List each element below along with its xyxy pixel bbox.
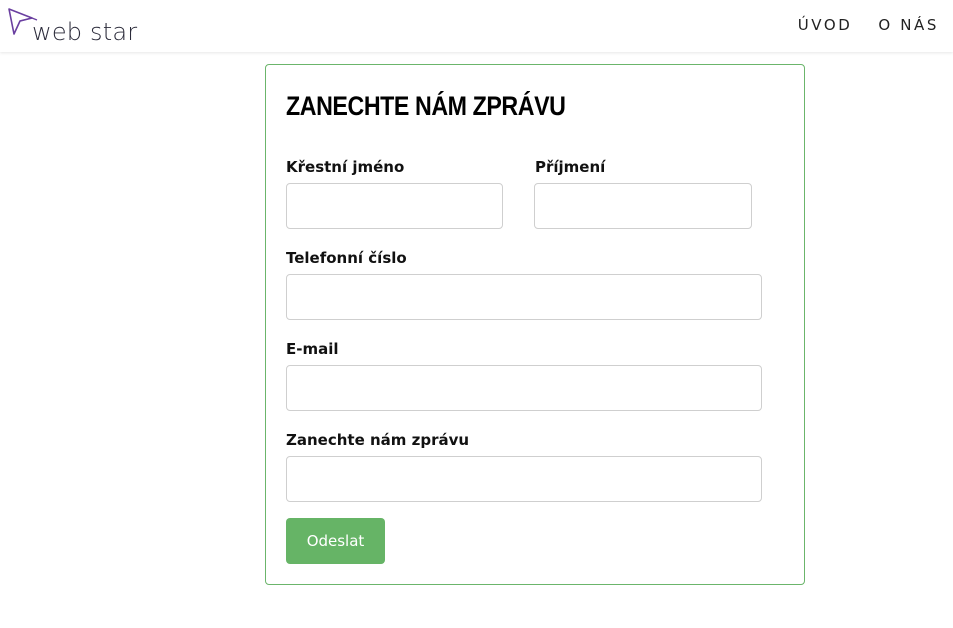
contact-form-card: ZANECHTE NÁM ZPRÁVU Křestní jméno Příjme…	[265, 64, 805, 585]
first-name-label: Křestní jméno	[286, 158, 405, 176]
phone-input[interactable]	[286, 274, 762, 320]
email-input[interactable]	[286, 365, 762, 411]
first-name-input[interactable]	[286, 183, 503, 229]
last-name-input[interactable]	[534, 183, 752, 229]
form-title: ZANECHTE NÁM ZPRÁVU	[286, 91, 566, 121]
phone-label: Telefonní číslo	[286, 249, 407, 267]
logo-text: web star	[32, 18, 138, 46]
nav-item-uvod[interactable]: ÚVOD	[798, 16, 853, 34]
nav-item-o-nas[interactable]: O NÁS	[878, 16, 939, 34]
email-label: E-mail	[286, 340, 339, 358]
message-input[interactable]	[286, 456, 762, 502]
message-label: Zanechte nám zprávu	[286, 431, 470, 449]
site-header: web star ÚVOD O NÁS	[0, 0, 953, 52]
main-nav: ÚVOD O NÁS	[798, 16, 939, 34]
last-name-label: Příjmení	[535, 158, 606, 176]
submit-button[interactable]: Odeslat	[286, 518, 385, 564]
